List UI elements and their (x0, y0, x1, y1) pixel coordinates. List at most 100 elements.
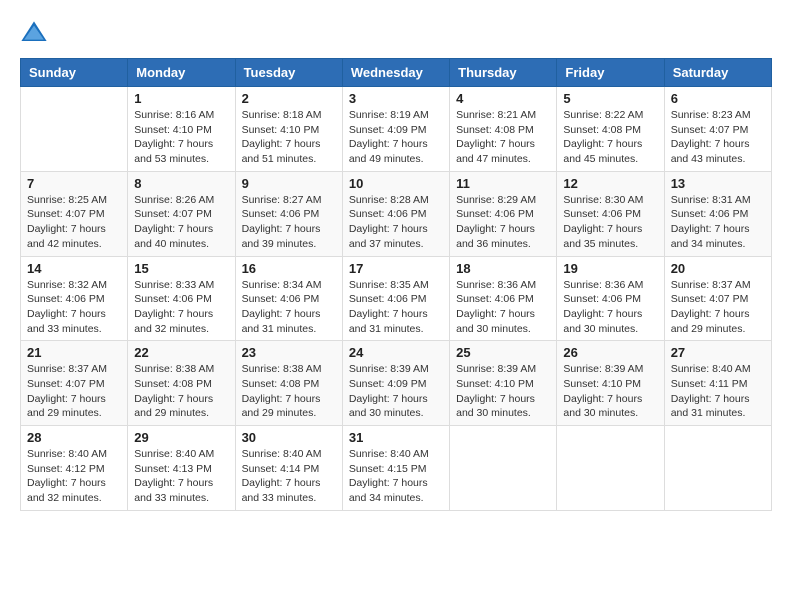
calendar-cell: 7Sunrise: 8:25 AM Sunset: 4:07 PM Daylig… (21, 171, 128, 256)
calendar-cell (21, 87, 128, 172)
header-row: SundayMondayTuesdayWednesdayThursdayFrid… (21, 59, 772, 87)
day-info: Sunrise: 8:28 AM Sunset: 4:06 PM Dayligh… (349, 193, 443, 252)
day-info: Sunrise: 8:38 AM Sunset: 4:08 PM Dayligh… (242, 362, 336, 421)
week-row-1: 1 Sunrise: 8:16 AM Sunset: 4:10 PM Daylig… (21, 87, 772, 172)
day-number: 6 (671, 91, 765, 106)
calendar-cell: 4Sunrise: 8:21 AM Sunset: 4:08 PM Daylig… (450, 87, 557, 172)
day-number: 4 (456, 91, 550, 106)
calendar-cell (450, 426, 557, 511)
day-info: Sunrise: 8:37 AM Sunset: 4:07 PM Dayligh… (671, 278, 765, 337)
day-number: 14 (27, 261, 121, 276)
calendar-cell: 20 Sunrise: 8:37 AM Sunset: 4:07 PM Dayli… (664, 256, 771, 341)
day-number: 22 (134, 345, 228, 360)
calendar-cell: 21 Sunrise: 8:37 AM Sunset: 4:07 PM Dayli… (21, 341, 128, 426)
day-number: 26 (563, 345, 657, 360)
col-header-tuesday: Tuesday (235, 59, 342, 87)
calendar-cell: 13 Sunrise: 8:31 AM Sunset: 4:06 PM Dayli… (664, 171, 771, 256)
calendar-cell: 17 Sunrise: 8:35 AM Sunset: 4:06 PM Dayli… (342, 256, 449, 341)
week-row-5: 28Sunrise: 8:40 AM Sunset: 4:12 PM Dayli… (21, 426, 772, 511)
day-info: Sunrise: 8:36 AM Sunset: 4:06 PM Dayligh… (456, 278, 550, 337)
calendar-cell: 12 Sunrise: 8:30 AM Sunset: 4:06 PM Dayli… (557, 171, 664, 256)
calendar-cell: 2 Sunrise: 8:18 AM Sunset: 4:10 PM Daylig… (235, 87, 342, 172)
calendar-cell: 26Sunrise: 8:39 AM Sunset: 4:10 PM Dayli… (557, 341, 664, 426)
day-info: Sunrise: 8:37 AM Sunset: 4:07 PM Dayligh… (27, 362, 121, 421)
day-info: Sunrise: 8:40 AM Sunset: 4:14 PM Dayligh… (242, 447, 336, 506)
day-info: Sunrise: 8:36 AM Sunset: 4:06 PM Dayligh… (563, 278, 657, 337)
day-number: 20 (671, 261, 765, 276)
day-number: 19 (563, 261, 657, 276)
calendar-cell: 10 Sunrise: 8:28 AM Sunset: 4:06 PM Dayli… (342, 171, 449, 256)
day-info: Sunrise: 8:30 AM Sunset: 4:06 PM Dayligh… (563, 193, 657, 252)
calendar-cell: 15Sunrise: 8:33 AM Sunset: 4:06 PM Dayli… (128, 256, 235, 341)
day-number: 31 (349, 430, 443, 445)
calendar-cell (557, 426, 664, 511)
day-number: 23 (242, 345, 336, 360)
col-header-monday: Monday (128, 59, 235, 87)
day-info: Sunrise: 8:39 AM Sunset: 4:09 PM Dayligh… (349, 362, 443, 421)
day-number: 16 (242, 261, 336, 276)
day-info: Sunrise: 8:16 AM Sunset: 4:10 PM Dayligh… (134, 108, 228, 167)
day-number: 12 (563, 176, 657, 191)
day-number: 29 (134, 430, 228, 445)
week-row-3: 14 Sunrise: 8:32 AM Sunset: 4:06 PM Dayli… (21, 256, 772, 341)
day-info: Sunrise: 8:18 AM Sunset: 4:10 PM Dayligh… (242, 108, 336, 167)
day-number: 9 (242, 176, 336, 191)
calendar-cell: 16 Sunrise: 8:34 AM Sunset: 4:06 PM Dayli… (235, 256, 342, 341)
day-info: Sunrise: 8:29 AM Sunset: 4:06 PM Dayligh… (456, 193, 550, 252)
logo (20, 20, 52, 48)
calendar-cell: 18 Sunrise: 8:36 AM Sunset: 4:06 PM Dayli… (450, 256, 557, 341)
day-info: Sunrise: 8:32 AM Sunset: 4:06 PM Dayligh… (27, 278, 121, 337)
calendar-cell: 6 Sunrise: 8:23 AM Sunset: 4:07 PM Daylig… (664, 87, 771, 172)
day-info: Sunrise: 8:39 AM Sunset: 4:10 PM Dayligh… (456, 362, 550, 421)
calendar-cell: 14 Sunrise: 8:32 AM Sunset: 4:06 PM Dayli… (21, 256, 128, 341)
day-info: Sunrise: 8:38 AM Sunset: 4:08 PM Dayligh… (134, 362, 228, 421)
day-info: Sunrise: 8:35 AM Sunset: 4:06 PM Dayligh… (349, 278, 443, 337)
day-info: Sunrise: 8:27 AM Sunset: 4:06 PM Dayligh… (242, 193, 336, 252)
day-info: Sunrise: 8:23 AM Sunset: 4:07 PM Dayligh… (671, 108, 765, 167)
day-number: 18 (456, 261, 550, 276)
day-number: 25 (456, 345, 550, 360)
calendar-cell: 25 Sunrise: 8:39 AM Sunset: 4:10 PM Dayli… (450, 341, 557, 426)
day-info: Sunrise: 8:31 AM Sunset: 4:06 PM Dayligh… (671, 193, 765, 252)
day-info: Sunrise: 8:40 AM Sunset: 4:13 PM Dayligh… (134, 447, 228, 506)
calendar-cell: 3Sunrise: 8:19 AM Sunset: 4:09 PM Daylig… (342, 87, 449, 172)
day-number: 15 (134, 261, 228, 276)
col-header-sunday: Sunday (21, 59, 128, 87)
calendar-cell: 9 Sunrise: 8:27 AM Sunset: 4:06 PM Daylig… (235, 171, 342, 256)
day-number: 13 (671, 176, 765, 191)
day-info: Sunrise: 8:40 AM Sunset: 4:12 PM Dayligh… (27, 447, 121, 506)
day-number: 17 (349, 261, 443, 276)
col-header-wednesday: Wednesday (342, 59, 449, 87)
calendar-cell: 23 Sunrise: 8:38 AM Sunset: 4:08 PM Dayli… (235, 341, 342, 426)
day-info: Sunrise: 8:26 AM Sunset: 4:07 PM Dayligh… (134, 193, 228, 252)
day-info: Sunrise: 8:40 AM Sunset: 4:11 PM Dayligh… (671, 362, 765, 421)
calendar-cell: 28Sunrise: 8:40 AM Sunset: 4:12 PM Dayli… (21, 426, 128, 511)
calendar-cell: 27 Sunrise: 8:40 AM Sunset: 4:11 PM Dayli… (664, 341, 771, 426)
day-number: 3 (349, 91, 443, 106)
day-number: 30 (242, 430, 336, 445)
col-header-saturday: Saturday (664, 59, 771, 87)
calendar-table: SundayMondayTuesdayWednesdayThursdayFrid… (20, 58, 772, 511)
day-info: Sunrise: 8:34 AM Sunset: 4:06 PM Dayligh… (242, 278, 336, 337)
day-number: 1 (134, 91, 228, 106)
col-header-thursday: Thursday (450, 59, 557, 87)
day-info: Sunrise: 8:25 AM Sunset: 4:07 PM Dayligh… (27, 193, 121, 252)
day-number: 27 (671, 345, 765, 360)
calendar-cell (664, 426, 771, 511)
calendar-cell: 19 Sunrise: 8:36 AM Sunset: 4:06 PM Dayli… (557, 256, 664, 341)
logo-icon (20, 20, 48, 48)
calendar-cell: 30 Sunrise: 8:40 AM Sunset: 4:14 PM Dayli… (235, 426, 342, 511)
day-info: Sunrise: 8:22 AM Sunset: 4:08 PM Dayligh… (563, 108, 657, 167)
day-number: 24 (349, 345, 443, 360)
day-number: 2 (242, 91, 336, 106)
page-header (20, 20, 772, 48)
day-number: 8 (134, 176, 228, 191)
calendar-cell: 24 Sunrise: 8:39 AM Sunset: 4:09 PM Dayli… (342, 341, 449, 426)
day-number: 11 (456, 176, 550, 191)
day-number: 21 (27, 345, 121, 360)
day-info: Sunrise: 8:40 AM Sunset: 4:15 PM Dayligh… (349, 447, 443, 506)
calendar-cell: 11 Sunrise: 8:29 AM Sunset: 4:06 PM Dayli… (450, 171, 557, 256)
week-row-2: 7Sunrise: 8:25 AM Sunset: 4:07 PM Daylig… (21, 171, 772, 256)
calendar-cell: 22 Sunrise: 8:38 AM Sunset: 4:08 PM Dayli… (128, 341, 235, 426)
day-number: 10 (349, 176, 443, 191)
